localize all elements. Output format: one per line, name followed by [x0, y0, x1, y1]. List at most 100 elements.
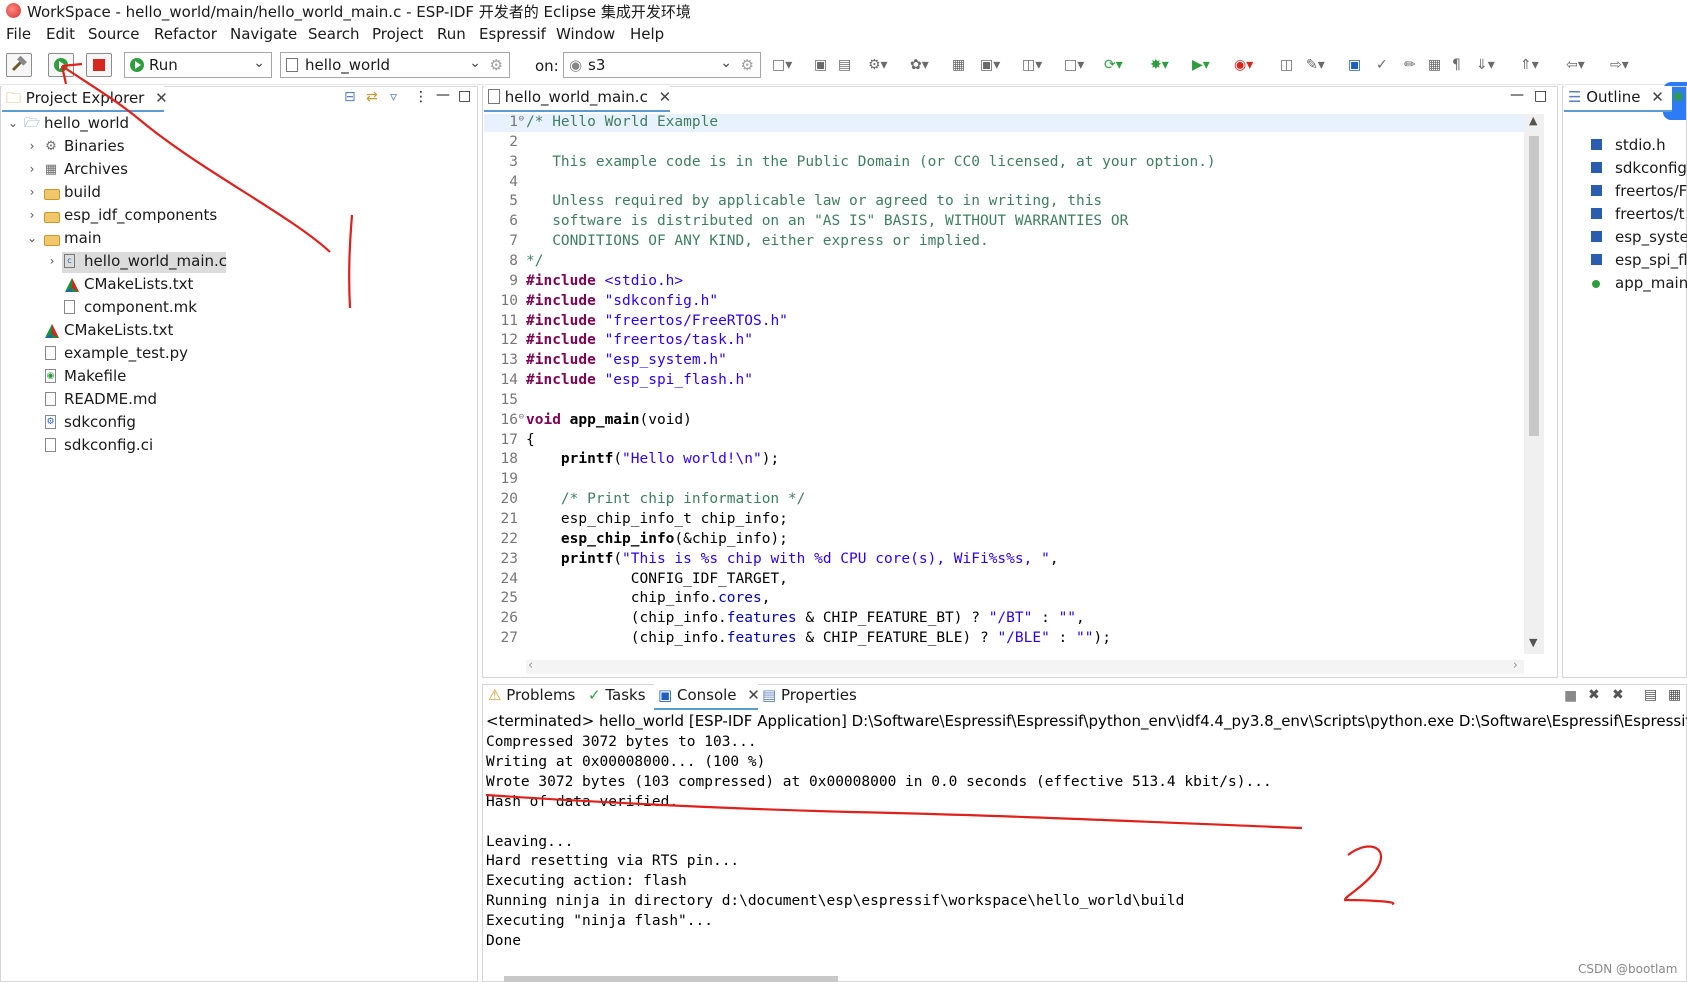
menu-edit[interactable]: Edit — [46, 25, 75, 43]
code-line[interactable]: 20 /* Print chip information */ — [484, 491, 1524, 510]
scroll-lock-icon[interactable]: ▦ — [1668, 687, 1681, 703]
tree-item-readme[interactable]: README.md — [0, 390, 478, 411]
editor-horizontal-scrollbar[interactable]: ‹ › — [526, 658, 1524, 674]
tools-icon[interactable]: ✿▾ — [910, 57, 929, 73]
scroll-down-icon[interactable]: ▼ — [1529, 636, 1537, 649]
code-line[interactable]: 14 #include "esp_spi_flash.h" — [484, 372, 1524, 391]
tab-problems[interactable]: ⚠ Problems — [484, 684, 584, 710]
code-line[interactable]: 18 printf("Hello world!\n"); — [484, 451, 1524, 470]
menu-espressif[interactable]: Espressif — [479, 25, 546, 43]
code-line[interactable]: 23 printf("This is %s chip with %d CPU c… — [484, 551, 1524, 570]
menu-file[interactable]: File — [6, 25, 31, 43]
open-folder-icon[interactable]: ◫▾ — [1022, 57, 1042, 73]
code-line[interactable]: 17 { — [484, 432, 1524, 451]
scroll-left-icon[interactable]: ‹ — [528, 658, 533, 673]
maximize-icon[interactable]: □ — [1534, 88, 1547, 104]
tree-item-sdkconfig-ci[interactable]: sdkconfig.ci — [0, 436, 478, 457]
code-line[interactable]: 19 — [484, 471, 1524, 490]
console-horizontal-scrollbar[interactable] — [504, 976, 838, 982]
remove-launch-icon[interactable]: ✖ — [1588, 687, 1600, 703]
code-line[interactable]: 21 esp_chip_info_t chip_info; — [484, 511, 1524, 530]
prev-annotation-icon[interactable]: ⇑▾ — [1520, 57, 1539, 73]
close-icon[interactable]: ✕ — [659, 88, 672, 106]
link-editor-icon[interactable]: ⇄ — [366, 89, 378, 105]
clear-console-icon[interactable]: ▤ — [1644, 687, 1657, 703]
terminate-icon[interactable]: ■ — [1564, 688, 1577, 704]
binary-icon[interactable]: ▦ — [952, 57, 965, 73]
menu-project[interactable]: Project — [372, 25, 423, 43]
menu-refactor[interactable]: Refactor — [154, 25, 217, 43]
remove-all-icon[interactable]: ✖ — [1612, 687, 1624, 703]
annotation-icon[interactable]: ✏ — [1404, 57, 1416, 73]
refresh-icon[interactable]: ⟳▾ — [1104, 57, 1123, 73]
menu-source[interactable]: Source — [88, 25, 140, 43]
code-line[interactable]: 27 (chip_info.features & CHIP_FEATURE_BL… — [484, 630, 1524, 649]
code-line[interactable]: 12 #include "freertos/task.h" — [484, 332, 1524, 351]
open-type-icon[interactable]: ◫ — [1280, 57, 1293, 73]
save-all-icon[interactable]: ▤ — [838, 57, 851, 73]
gear-icon[interactable]: ⚙ — [490, 56, 503, 74]
scroll-right-icon[interactable]: › — [1513, 658, 1518, 673]
code-line[interactable]: 24 CONFIG_IDF_TARGET, — [484, 571, 1524, 590]
chevron-down-icon[interactable]: ⌄ — [6, 116, 20, 130]
menu-help[interactable]: Help — [630, 25, 664, 43]
run-icon[interactable]: ▶▾ — [1192, 57, 1210, 73]
tree-item-sdkconfig[interactable]: ⚙ sdkconfig — [0, 413, 478, 434]
tab-tasks[interactable]: ✓ Tasks — [584, 684, 654, 710]
fold-toggle-icon[interactable]: ⊖ — [514, 114, 524, 124]
tab-properties[interactable]: ▤ Properties — [758, 684, 868, 710]
save-icon[interactable]: ▣ — [814, 57, 827, 73]
target-select[interactable]: ◉ s3 ⌄ ⚙ — [563, 52, 761, 78]
tree-item-cmakelists-root[interactable]: CMakeLists.txt — [0, 321, 478, 342]
settings-icon[interactable]: ⚙▾ — [868, 57, 888, 73]
code-line[interactable]: 13 #include "esp_system.h" — [484, 352, 1524, 371]
launch-button[interactable] — [48, 53, 74, 77]
code-line[interactable]: 15 — [484, 392, 1524, 411]
console-output[interactable]: Compressed 3072 bytes to 103... Writing a… — [0, 734, 1687, 964]
minimize-icon[interactable]: — — [1510, 87, 1524, 103]
back-icon[interactable]: ⇦▾ — [1566, 57, 1585, 73]
launch-mode-select[interactable]: Run ⌄ — [124, 52, 272, 78]
next-annotation-icon[interactable]: ⇓▾ — [1476, 57, 1495, 73]
close-icon[interactable]: ✕ — [1651, 88, 1664, 106]
tab-hello-world-main-c[interactable]: hello_world_main.c ✕ — [484, 86, 672, 112]
tree-item-example-test[interactable]: example_test.py — [0, 344, 478, 365]
search-icon[interactable]: ✎▾ — [1306, 57, 1325, 73]
stop-button[interactable] — [86, 53, 112, 77]
collapse-all-icon[interactable]: ⊟ — [344, 89, 356, 105]
new-class-icon[interactable]: □▾ — [1064, 57, 1084, 73]
maximize-icon[interactable]: □ — [458, 88, 471, 104]
code-line[interactable]: 25 chip_info.cores, — [484, 590, 1524, 609]
menu-navigate[interactable]: Navigate — [230, 25, 297, 43]
fold-toggle-icon[interactable]: ⊖ — [514, 412, 524, 422]
menu-window[interactable]: Window — [556, 25, 615, 43]
toggle-mark-icon[interactable]: ✓ — [1376, 57, 1388, 73]
gear-icon[interactable]: ⚙ — [741, 56, 754, 74]
new-project-icon[interactable]: ▣▾ — [980, 57, 1000, 73]
code-line[interactable]: 1 ⊖/* Hello World Example — [484, 114, 1524, 133]
show-whitespace-icon[interactable]: ¶ — [1452, 57, 1461, 73]
launch-config-select[interactable]: hello_world ⌄ ⚙ — [280, 52, 510, 78]
close-icon[interactable]: ✕ — [155, 89, 168, 107]
view-menu-icon[interactable]: ⋮ — [414, 89, 428, 105]
code-line[interactable]: 11 #include "freertos/FreeRTOS.h" — [484, 313, 1524, 332]
tab-project-explorer[interactable]: 🗀 Project Explorer ✕ — [2, 86, 168, 112]
minimize-icon[interactable]: — — [436, 87, 450, 103]
menu-run[interactable]: Run — [437, 25, 466, 43]
tab-outline[interactable]: ☰ Outline ✕ — [1564, 86, 1672, 112]
build-button[interactable] — [6, 53, 32, 77]
debug-icon[interactable]: ✸▾ — [1150, 57, 1169, 73]
filter-icon[interactable]: ▿ — [390, 89, 397, 105]
tree-item-makefile[interactable]: ◉ Makefile — [0, 367, 478, 388]
code-line[interactable]: 22 esp_chip_info(&chip_info); — [484, 531, 1524, 550]
tree-item-hello-world[interactable]: ⌄ 🗁 hello_world — [0, 114, 478, 135]
tab-console[interactable]: ▣ Console ✕ — [654, 684, 760, 710]
new-icon[interactable]: □▾ — [772, 57, 792, 73]
terminal-icon[interactable]: ▣ — [1348, 57, 1361, 73]
code-line[interactable]: 16 ⊖ void app_main(void) — [484, 412, 1524, 431]
menu-search[interactable]: Search — [308, 25, 360, 43]
external-tools-icon[interactable]: ◉▾ — [1234, 57, 1253, 73]
block-select-icon[interactable]: ▦ — [1428, 57, 1441, 73]
sync-icon[interactable]: ◉ — [1672, 88, 1684, 104]
forward-icon[interactable]: ⇨▾ — [1610, 57, 1629, 73]
